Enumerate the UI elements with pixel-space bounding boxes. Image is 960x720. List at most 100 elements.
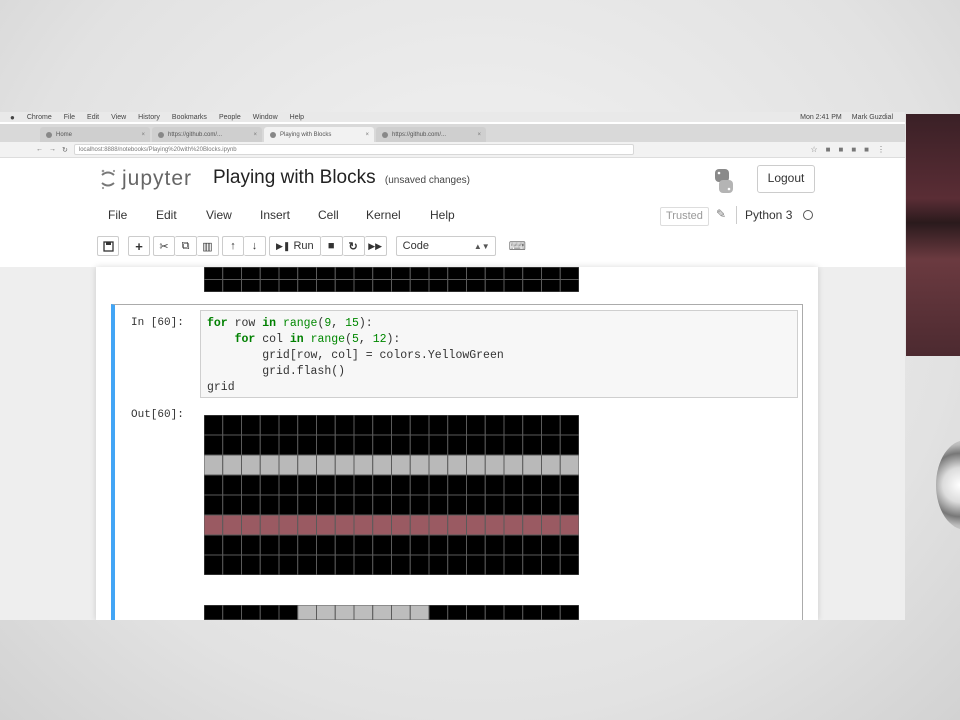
grid-block-cell (466, 514, 486, 536)
grid-block-cell (391, 534, 411, 556)
notebook-title-text[interactable]: Playing with Blocks (213, 167, 376, 188)
grid-block-cell (428, 434, 449, 456)
extension-icon[interactable]: ■ (838, 145, 843, 154)
menubar-item[interactable]: Window (253, 114, 278, 121)
apple-icon[interactable]: ● (10, 113, 15, 122)
browser-address-bar: ← → ↻ localhost:8888/notebooks/Playing%2… (0, 142, 905, 158)
extension-icon[interactable]: ■ (826, 145, 831, 154)
grid-block-cell (522, 554, 542, 575)
grid-block-cell (503, 605, 524, 620)
grid-block-cell (559, 605, 579, 620)
grid-block-cell (541, 267, 561, 280)
back-icon[interactable]: ← (36, 146, 43, 153)
grid-block-cell (222, 494, 242, 516)
tab-close-icon[interactable]: × (141, 132, 145, 138)
grid-block-cell (559, 554, 579, 575)
notebook-title[interactable]: Playing with Blocks (unsaved changes) (213, 167, 470, 189)
restart-button[interactable]: ↻ (342, 236, 365, 256)
github-icon (158, 131, 164, 138)
menubar-user[interactable]: Mark Guzdial (852, 114, 893, 121)
tab-close-icon[interactable]: × (253, 132, 257, 138)
grid-block-cell (391, 279, 411, 292)
grid-block-cell (391, 514, 411, 536)
menubar-item[interactable]: History (138, 114, 160, 121)
code-editor[interactable]: for row in range(9, 15): for col in rang… (200, 310, 798, 398)
tab-close-icon[interactable]: × (477, 132, 481, 138)
run-button[interactable]: ▶❚ Run (269, 236, 321, 256)
grid-block-cell (316, 279, 336, 292)
number: 5 (351, 333, 359, 346)
grid-block-cell (259, 279, 280, 292)
grid-block-cell (222, 267, 242, 280)
menu-help[interactable]: Help (430, 208, 470, 222)
grid-block-cell (353, 415, 374, 436)
menubar-item[interactable]: Bookmarks (172, 114, 207, 121)
grid-block-cell (447, 434, 467, 456)
number: 15 (345, 317, 359, 330)
grid-block-cell (353, 267, 374, 280)
menu-file[interactable]: File (108, 208, 156, 222)
grid-block-cell (522, 267, 542, 280)
grid-block-cell (334, 534, 355, 556)
grid-block-cell (466, 454, 486, 476)
notebook-page: In [60]: for row in range(9, 15): for co… (96, 267, 818, 620)
forward-icon[interactable]: → (49, 146, 56, 153)
keyboard-icon[interactable]: ⌨ (509, 239, 526, 253)
trusted-indicator[interactable]: Trusted (660, 207, 709, 226)
star-icon[interactable]: ☆ (810, 145, 817, 154)
insert-cell-button[interactable]: + (128, 236, 150, 256)
grid-block-cell (259, 267, 280, 280)
menu-insert[interactable]: Insert (260, 208, 318, 222)
browser-tab[interactable]: Home × (40, 127, 150, 142)
menubar-clock[interactable]: Mon 2:41 PM (800, 114, 842, 121)
code-line-5: grid (207, 381, 235, 394)
grid-block-cell (372, 434, 392, 456)
grid-block-cell (466, 434, 486, 456)
logout-button[interactable]: Logout (757, 165, 815, 193)
paste-button[interactable]: ▥ (197, 236, 219, 256)
browser-tab[interactable]: https://github.com/... × (376, 127, 486, 142)
grid-block-cell (391, 494, 411, 516)
grid-block-cell (484, 514, 505, 536)
grid-block-cell (541, 279, 561, 292)
move-down-button[interactable]: ↓ (244, 236, 266, 256)
builtin: range (282, 317, 318, 330)
cut-button[interactable]: ✂ (153, 236, 175, 256)
tab-close-icon[interactable]: × (365, 132, 369, 138)
menubar-item[interactable]: Help (290, 114, 304, 121)
grid-block-cell (447, 605, 467, 620)
browser-tab[interactable]: https://github.com/... × (152, 127, 262, 142)
grid-block-cell (334, 605, 355, 620)
menu-dots-icon[interactable]: ⋮ (877, 145, 885, 154)
menu-kernel[interactable]: Kernel (366, 208, 430, 222)
run-label: Run (293, 240, 314, 252)
grid-block-cell (316, 454, 336, 476)
menu-cell[interactable]: Cell (318, 208, 366, 222)
menubar-item[interactable]: View (111, 114, 126, 121)
menu-edit[interactable]: Edit (156, 208, 206, 222)
kernel-name[interactable]: Python 3 (745, 208, 792, 222)
reload-icon[interactable]: ↻ (62, 146, 68, 154)
grid-block-cell (559, 279, 579, 292)
jupyter-logo[interactable]: jupyter (100, 167, 192, 191)
url-input[interactable]: localhost:8888/notebooks/Playing%20with%… (73, 144, 634, 155)
save-button[interactable] (97, 236, 119, 256)
grid-block-cell (503, 415, 524, 436)
browser-tab-active[interactable]: Playing with Blocks × (264, 127, 374, 142)
copy-button[interactable]: ⧉ (175, 236, 197, 256)
browser-tab-bar: Home × https://github.com/... × Playing … (0, 124, 905, 142)
grid-block-cell (334, 454, 355, 476)
cell-type-select[interactable]: Code ▲▼ (395, 236, 496, 256)
fast-forward-icon: ▶▶ (368, 240, 383, 251)
menubar-item[interactable]: Chrome (27, 114, 52, 121)
extension-icon[interactable]: ■ (864, 145, 869, 154)
menubar-item[interactable]: Edit (87, 114, 99, 121)
menubar-item[interactable]: People (219, 114, 241, 121)
menu-view[interactable]: View (206, 208, 260, 222)
interrupt-button[interactable]: ■ (320, 236, 343, 256)
mac-menubar: ● Chrome File Edit View History Bookmark… (0, 112, 905, 122)
restart-run-all-button[interactable]: ▶▶ (364, 236, 387, 256)
menubar-item[interactable]: File (64, 114, 75, 121)
move-up-button[interactable]: ↑ (222, 236, 244, 256)
extension-icon[interactable]: ■ (851, 145, 856, 154)
